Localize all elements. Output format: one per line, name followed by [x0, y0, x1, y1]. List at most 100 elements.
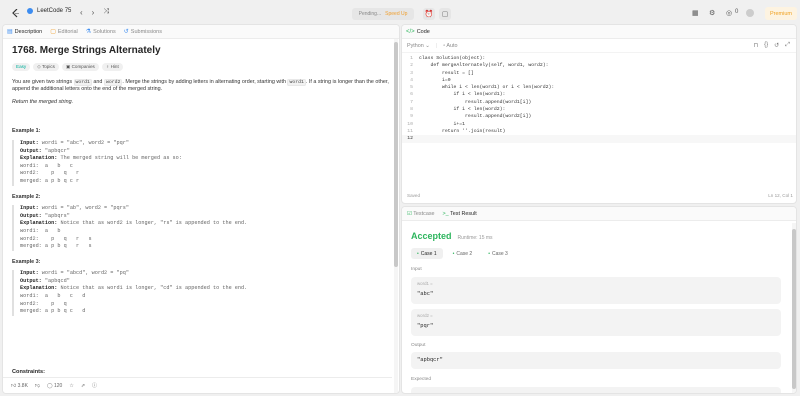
code-tabs: </> Code [402, 25, 796, 39]
run-status-bar[interactable]: Pending... Speed Up [352, 8, 414, 20]
star-icon[interactable]: ☆ [69, 383, 73, 389]
tab-description[interactable]: ▤ Description [7, 28, 42, 36]
auto-mode-toggle[interactable]: ▫ Auto [443, 43, 457, 49]
dislike-icon[interactable]: 👎︎ [35, 383, 40, 389]
chevron-down-icon: ⌄ [425, 42, 430, 49]
code-editor[interactable]: 1 class Solution(object): 2 def mergeAlte… [402, 55, 796, 143]
description-footer: 👍︎ 3.8K 👎︎ ◯ 120 ☆ ⇗ ⓘ [3, 377, 392, 393]
pass-dot-icon: • [488, 250, 490, 257]
help-icon[interactable]: ⓘ [92, 382, 97, 389]
runtime: Runtime: 15 ms [457, 235, 493, 241]
avatar[interactable] [746, 9, 754, 17]
description-scrollbar[interactable] [394, 39, 398, 393]
tab-testcase[interactable]: ☑ Testcase [407, 211, 435, 217]
output-label: Output [411, 343, 426, 348]
code-line: 9 result.append(word2[i]) [410, 114, 532, 120]
bookmark-icon[interactable]: ⊓ [753, 42, 758, 49]
fullscreen-icon[interactable]: ⤢ [785, 42, 790, 49]
solutions-icon: ⚗ [85, 29, 92, 35]
code-line: 11 return ''.join(result) [407, 128, 506, 134]
test-result-panel: ☑ Testcase >_ Test Result Accepted Runti… [401, 206, 797, 394]
comments-button[interactable]: ◯ 120 [47, 383, 62, 389]
next-problem-icon[interactable]: › [92, 8, 95, 17]
premium-button[interactable]: Premium [765, 7, 797, 20]
scrollbar-thumb[interactable] [792, 229, 796, 389]
tag-row: Easy ◇ Topics ▣ Companies ♀ Hint [12, 62, 392, 71]
var-name: word2 = [417, 313, 433, 318]
difficulty-badge[interactable]: Easy [12, 62, 31, 71]
editor-actions: ⊓ {} ↺ ⤢ [753, 42, 790, 49]
pass-dot-icon: • [417, 250, 419, 257]
case-1-tab[interactable]: • Case 1 [411, 248, 443, 259]
note-icon: ▢ [441, 11, 449, 18]
leetcode-logo[interactable] [12, 9, 20, 18]
code-line-current: 12 [402, 135, 796, 143]
speed-up-link[interactable]: Speed Up [385, 11, 407, 17]
terminal-icon: >_ [442, 210, 451, 217]
tab-test-result[interactable]: >_ Test Result [443, 211, 477, 217]
companies-tag[interactable]: ▣ Companies [61, 62, 99, 71]
save-status: Saved [407, 193, 421, 198]
alarm-icon: ⏰ [424, 11, 434, 18]
code-icon: </> [406, 28, 415, 35]
list-name: LeetCode 75 [37, 8, 72, 14]
like-button[interactable]: 👍︎ 3.8K [11, 383, 28, 389]
comment-icon: ◯ [47, 382, 54, 389]
braces-icon[interactable]: {} [764, 42, 768, 49]
editor-statusbar: Saved Ln 12, Col 1 [407, 193, 793, 198]
pass-dot-icon: • [452, 250, 455, 257]
top-bar: LeetCode 75 ‹ › ⤨ Pending... Speed Up ⏰ … [0, 0, 800, 26]
accepted-label: Accepted [411, 231, 452, 241]
reset-icon[interactable]: ↺ [774, 42, 779, 49]
example-1: Input: word1 = "abc", word2 = "pqr" Outp… [12, 139, 392, 186]
settings-icon[interactable]: ⚙ [709, 9, 715, 17]
shuffle-icon[interactable]: ⤨ [103, 8, 109, 17]
case-3-tab[interactable]: • Case 3 [482, 248, 514, 259]
streak-icon[interactable]: ◎ [726, 9, 732, 17]
description-icon: ▤ [7, 29, 13, 35]
expected-label: Expected [411, 377, 432, 382]
tab-code[interactable]: </> Code [406, 29, 430, 35]
scrollbar-thumb[interactable] [394, 42, 398, 267]
constraints-heading: Constraints: [12, 369, 45, 375]
code-panel: </> Code Python ⌄ | ▫ Auto ⊓ {} ↺ ⤢ 1 clas… [401, 24, 797, 204]
share-icon[interactable]: ⇗ [81, 383, 85, 389]
code-line: 1 class Solution(object): [410, 56, 486, 61]
tab-editorial[interactable]: ▢ Editorial [50, 28, 78, 36]
result-tabs: ☑ Testcase >_ Test Result [402, 207, 796, 221]
case-2-tab[interactable]: • Case 2 [447, 248, 479, 259]
editor-toolbar: Python ⌄ | ▫ Auto [402, 39, 796, 53]
problem-title: 1768. Merge Strings Alternately [12, 45, 161, 56]
code-line: 2 def mergeAlternately(self, word1, word… [410, 63, 549, 69]
layout-icon[interactable]: ▦ [692, 9, 699, 17]
expected-box [411, 387, 781, 393]
example-1-heading: Example 1: [12, 128, 41, 135]
timer-button[interactable]: ⏰ [423, 8, 435, 20]
example-2-heading: Example 2: [12, 193, 41, 200]
prev-problem-icon[interactable]: ‹ [80, 8, 83, 17]
notes-button[interactable]: ▢ [439, 8, 451, 20]
hint-tag[interactable]: ♀ Hint [101, 62, 123, 71]
var-value: "abc" [417, 291, 434, 297]
problem-list-switcher[interactable]: LeetCode 75 [27, 8, 71, 14]
code-line: 5 while i < len(word1) or i < len(word2)… [410, 85, 555, 91]
example-3: Input: word1 = "abcd", word2 = "pq" Outp… [12, 270, 392, 316]
topics-tag[interactable]: ◇ Topics [33, 62, 59, 71]
var-value: "pqr" [417, 323, 434, 329]
result-scrollbar[interactable] [792, 223, 796, 393]
tab-submissions[interactable]: ↺ Submissions [124, 28, 162, 36]
divider: | [435, 42, 438, 49]
case-tabs: • Case 1 • Case 2 • Case 3 [411, 248, 514, 259]
example-2: Input: word1 = "ab", word2 = "pqrs" Outp… [12, 205, 392, 251]
var-name: word1 = [417, 281, 433, 286]
tab-solutions[interactable]: ⚗ Solutions [85, 28, 116, 36]
thumbs-up-icon: 👍︎ [11, 382, 18, 389]
return-text: Return the merged string. [12, 98, 74, 105]
input-word1-box: word1 = "abc" [411, 277, 781, 304]
code-line: 3 result = [] [410, 70, 474, 76]
editorial-icon: ▢ [50, 29, 56, 35]
language-select[interactable]: Python ⌄ [407, 43, 430, 49]
code-line: 6 if i < len(word1): [410, 92, 506, 98]
output-box: "apbqcr" [411, 352, 781, 369]
code-line: 8 if i < len(word2): [410, 107, 506, 113]
